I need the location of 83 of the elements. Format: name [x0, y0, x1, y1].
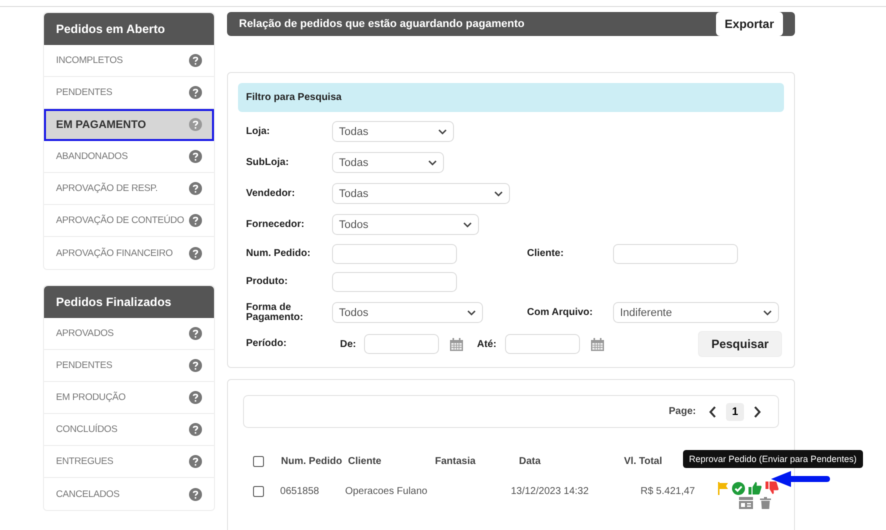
column-header: Cliente [348, 456, 382, 466]
thumbs-up-icon[interactable] [748, 481, 762, 495]
sidebar-item[interactable]: PENDENTES [44, 350, 214, 382]
calendar-icon[interactable] [450, 338, 463, 350]
field-label: Produto: [246, 277, 289, 287]
select-field[interactable]: Todos [332, 302, 483, 323]
field-label: Cliente: [527, 249, 565, 259]
thumbs-down-icon[interactable] [765, 481, 779, 495]
sidebar-item[interactable]: APROVAÇÃO FINANCEIRO [44, 237, 214, 269]
sidebar-item[interactable]: APROVAÇÃO DE CONTEÚDO [44, 205, 214, 237]
select-field[interactable]: Todos [332, 214, 479, 235]
help-icon[interactable] [189, 488, 202, 500]
select-field[interactable]: Todas [332, 121, 454, 142]
next-icon[interactable] [752, 406, 762, 418]
table-cell-text: 13/12/2023 14:32 [510, 486, 590, 496]
sidebar-item[interactable]: ABANDONADOS [44, 141, 214, 173]
trash-icon[interactable] [760, 497, 771, 509]
field-label: Num. Pedido: [246, 249, 312, 259]
page-number[interactable]: 1 [726, 402, 744, 420]
help-icon[interactable] [189, 423, 202, 436]
chevron-down-icon [467, 310, 476, 316]
sidebar-item[interactable]: CANCELADOS [44, 478, 214, 510]
field-label: De: [340, 338, 358, 350]
field-label: SubLoja: [246, 158, 290, 168]
sidebar-item[interactable]: APROVADOS [44, 318, 214, 350]
sidebar-item[interactable]: ENTREGUES [44, 446, 214, 478]
column-header: Num. Pedido [281, 456, 344, 466]
field-label: Período: [246, 339, 288, 349]
table-cell-text: 0651858 [280, 486, 320, 496]
export-button[interactable]: Exportar [716, 12, 783, 36]
sidebar-item[interactable]: APROVAÇÃO DE RESP. [44, 173, 214, 205]
help-icon[interactable] [189, 150, 202, 163]
sidebar-heading: Pedidos em Aberto [44, 13, 214, 45]
page-label: Page: [668, 406, 696, 417]
table-cell-text: R$ 5.421,47 [640, 486, 695, 496]
select-field[interactable]: Indiferente [613, 302, 779, 323]
help-icon[interactable] [189, 54, 202, 67]
previous-icon[interactable] [708, 406, 718, 418]
date-field[interactable] [505, 334, 580, 354]
help-icon[interactable] [189, 86, 202, 99]
select-field[interactable]: Todas [332, 152, 444, 173]
arrow-annotation [771, 470, 833, 488]
select-field[interactable]: Todas [332, 183, 510, 204]
column-header: Fantasia [435, 456, 477, 466]
input-field[interactable] [332, 244, 457, 264]
help-icon[interactable] [189, 391, 202, 404]
table-cell-text: Operacoes Fulano [345, 486, 428, 496]
help-icon[interactable] [189, 182, 202, 195]
field-label: Com Arquivo: [527, 308, 594, 318]
help-icon[interactable] [189, 214, 202, 227]
help-icon[interactable] [189, 327, 202, 340]
help-icon[interactable] [189, 118, 202, 131]
tooltip: Reprovar Pedido (Enviar para Pendentes) [683, 450, 863, 468]
check-circle-icon[interactable] [732, 482, 745, 494]
filter-heading: Filtro para Pesquisa [238, 83, 784, 112]
field-label: Até: [477, 338, 498, 350]
column-header: Data [519, 456, 542, 466]
input-field[interactable] [332, 272, 457, 292]
help-icon[interactable] [189, 246, 202, 260]
sidebar-item[interactable]: INCOMPLETOS [44, 45, 214, 77]
checkbox[interactable] [253, 486, 264, 496]
chevron-down-icon [463, 222, 472, 228]
sidebar-item[interactable]: EM PRODUÇÃO [44, 382, 214, 414]
checkbox[interactable] [253, 456, 264, 466]
field-label: Forma de Pagamento: [246, 302, 304, 322]
page-title: Relação de pedidos que estão aguardando pagamento [239, 18, 524, 30]
field-label: Loja: [246, 126, 271, 136]
help-icon[interactable] [189, 359, 202, 372]
field-label: Fornecedor: [246, 220, 306, 230]
search-button[interactable]: Pesquisar [698, 331, 782, 357]
date-field[interactable] [364, 334, 439, 354]
input-field[interactable] [613, 244, 738, 264]
chevron-down-icon [428, 160, 437, 166]
help-icon[interactable] [189, 455, 202, 468]
chevron-down-icon [763, 310, 772, 316]
sidebar-item[interactable]: CONCLUÍDOS [44, 414, 214, 446]
chevron-down-icon [494, 190, 503, 196]
sidebar-item[interactable]: EM PAGAMENTO [44, 109, 214, 141]
calendar-icon[interactable] [591, 338, 604, 350]
sidebar-heading: Pedidos Finalizados [44, 286, 214, 318]
field-label: Vendedor: [246, 188, 296, 198]
chevron-down-icon [438, 128, 447, 134]
id-card-icon[interactable] [739, 497, 753, 509]
